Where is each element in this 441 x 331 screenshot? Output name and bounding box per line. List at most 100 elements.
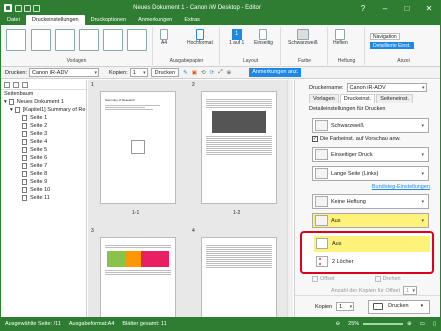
toolbar-icon-5[interactable]: ⤢ [218, 69, 222, 76]
duplex-select[interactable]: Einseitiger Druck ▾ [312, 147, 429, 162]
sides-button[interactable]: Einseitig [254, 29, 273, 46]
tree-page-item[interactable]: Seite 9 [1, 178, 86, 186]
tree-tool-icon-3[interactable] [22, 81, 28, 88]
tab-druckeinst[interactable]: Druckeinst. [339, 94, 376, 103]
ribbon-tabs: Datei Druckeinstellungen Druckoptionen A… [1, 15, 440, 25]
tree-root[interactable]: ▾ Neues Dokument 1 [1, 98, 86, 106]
minimize-icon[interactable]: – [374, 1, 396, 15]
redo-icon[interactable] [33, 4, 40, 12]
navigation-button[interactable]: Navigation [370, 33, 400, 40]
tree-page-item[interactable]: Seite 4 [1, 138, 86, 146]
detail-tabs: Vorlagen Druckeinst. Seiteneinst. [309, 94, 414, 103]
copies-input[interactable]: 1 [336, 302, 355, 311]
tab-extras[interactable]: Extras [178, 15, 206, 25]
tree-page-item[interactable]: Seite 8 [1, 170, 86, 178]
tree-page-label: Seite 5 [30, 147, 48, 153]
tab-seiteneinst[interactable]: Seiteneinst. [376, 94, 413, 103]
app-icon [4, 4, 12, 12]
color-button[interactable]: Schwarzweiß [288, 29, 318, 46]
print-button[interactable]: Drucken ▾ [368, 299, 431, 314]
template-booklet-icon[interactable] [79, 29, 99, 51]
gutter-settings-link[interactable]: Bundsteg-Einstellungen [372, 184, 430, 190]
staple-button[interactable]: Heften [333, 29, 348, 46]
orientation-button[interactable]: Hochformat [187, 29, 213, 46]
page-icon [22, 131, 27, 137]
tree-tool-icon-2[interactable] [13, 81, 19, 88]
tree-page-item[interactable]: Seite 6 [1, 154, 86, 162]
punch-option-2-holes[interactable]: 2 Löcher [314, 254, 430, 270]
toolbar-print-button[interactable]: Drucken [150, 68, 180, 77]
group-label-layout: Layout [242, 58, 258, 64]
printer-name-select[interactable]: Canon iR-ADV [346, 83, 427, 92]
tree-page-item[interactable]: Seite 10 [1, 186, 86, 194]
color-mode-icon [296, 29, 309, 40]
tree-page-label: Seite 6 [30, 155, 48, 161]
page-thumb-4[interactable] [201, 237, 277, 318]
close-icon[interactable]: ✕ [418, 1, 440, 15]
punch-option-aus[interactable]: Aus [314, 236, 430, 252]
detail-settings-button[interactable]: Detaillierte Einst. [370, 42, 414, 49]
tree-page-label: Seite 7 [30, 163, 48, 169]
tree-page-item[interactable]: Seite 1 [1, 114, 86, 122]
undo-icon[interactable] [24, 4, 31, 12]
fit-page-icon[interactable]: ▭ [416, 321, 429, 327]
tab-anmerkungen[interactable]: Anmerkungen [132, 15, 178, 25]
toolbar-copies-input[interactable]: 1 [129, 68, 148, 77]
preview-scrollbar[interactable] [287, 80, 293, 318]
page-icon [22, 179, 27, 185]
tree-page-label: Seite 8 [30, 171, 48, 177]
preview-color-checkbox[interactable]: ✓ [312, 136, 318, 142]
page-thumb-2[interactable] [201, 91, 277, 204]
maximize-icon[interactable]: □ [396, 1, 418, 15]
rotate-checkbox[interactable] [374, 276, 381, 282]
page-icon [22, 187, 27, 193]
save-icon[interactable] [15, 4, 22, 12]
tab-vorlagen[interactable]: Vorlagen [309, 94, 339, 103]
color-mode-select[interactable]: Schwarzweiß ▾ [312, 118, 429, 133]
page-number-2: 2 [192, 82, 195, 88]
help-icon[interactable]: ? [352, 1, 374, 15]
page-thumb-3[interactable] [100, 237, 176, 318]
toolbar-icon-3[interactable]: ⟲ [201, 70, 206, 76]
punch-select[interactable]: Aus ▾ [312, 213, 429, 228]
offset-copies-input[interactable]: 1 [403, 286, 417, 295]
template-duplex-icon[interactable] [55, 29, 75, 51]
tree-page-item[interactable]: Seite 5 [1, 146, 86, 154]
tree-page-label: Seite 2 [30, 123, 48, 129]
tab-datei[interactable]: Datei [1, 15, 26, 25]
annotations-toggle-button[interactable]: Anmerkungen anz. [249, 68, 302, 77]
collapse-icon[interactable]: ▾ [10, 106, 13, 114]
template-icon[interactable] [6, 29, 26, 51]
collapse-icon[interactable]: ▾ [4, 98, 7, 106]
tab-druckeinstellungen[interactable]: Druckeinstellungen [25, 15, 85, 25]
zoom-slider[interactable] [363, 322, 404, 325]
template-color-icon[interactable] [127, 29, 147, 51]
toolbar-icon-6[interactable]: ⊕ [227, 70, 232, 76]
offset-checkbox[interactable] [312, 276, 318, 282]
tree-page-label: Seite 10 [30, 187, 51, 193]
page-thumb-1[interactable]: Summary of Research [100, 91, 176, 204]
preview-color-label: Die Farbeinst. auf Vorschau anw. [320, 136, 401, 142]
tree-page-item[interactable]: Seite 3 [1, 130, 86, 138]
tree-tool-icon-1[interactable] [4, 81, 10, 88]
tab-druckoptionen[interactable]: Druckoptionen [85, 15, 132, 25]
tree-chapter[interactable]: ▾ [Kapitel1] Summary of Re [1, 106, 86, 114]
toolbar-icon-2[interactable]: ▣ [192, 70, 197, 76]
toolbar-icon-4[interactable]: ⟳ [210, 70, 215, 76]
tree-page-item[interactable]: Seite 2 [1, 122, 86, 130]
chevron-down-icon: ▾ [421, 217, 424, 224]
staple-select[interactable]: Keine Heftung ▾ [312, 194, 429, 209]
fit-width-icon[interactable]: ▯ [429, 321, 440, 327]
template-2up-icon[interactable] [31, 29, 51, 51]
zoom-in-icon[interactable]: ⊕ [403, 321, 416, 327]
toolbar-printer-select[interactable]: Canon iR-ADV [29, 68, 100, 77]
tree-page-item[interactable]: Seite 7 [1, 162, 86, 170]
group-label-heftung: Heftung [337, 58, 356, 64]
toolbar-icon-1[interactable]: ✎ [183, 70, 188, 76]
layout-button[interactable]: 1 1 auf 1 [229, 29, 244, 46]
paper-size-button[interactable]: A4 [160, 29, 168, 46]
tree-page-item[interactable]: Seite 11 [1, 194, 86, 202]
template-staple-icon[interactable] [103, 29, 123, 51]
zoom-out-icon[interactable]: ⊖ [332, 321, 345, 327]
binding-select[interactable]: Lange Seite (Links) ▾ [312, 166, 429, 181]
